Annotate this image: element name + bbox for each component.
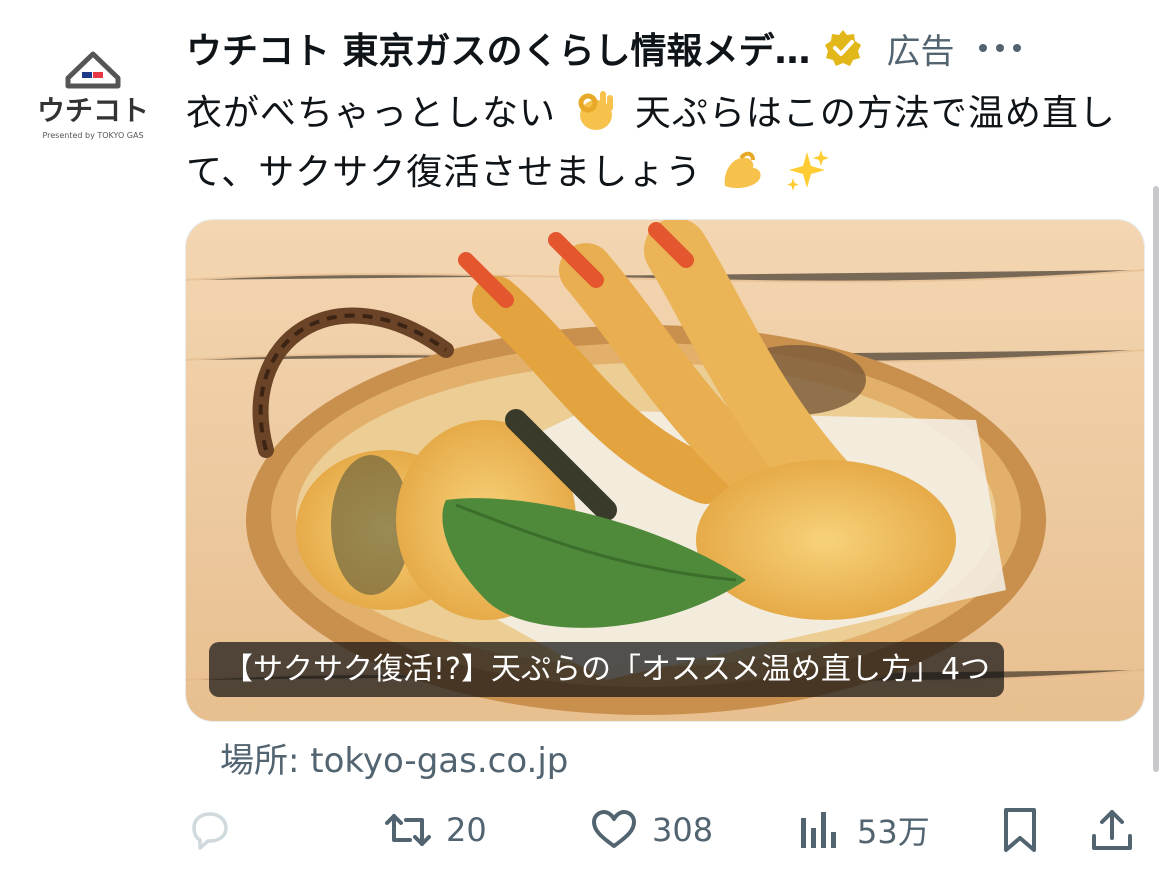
author-avatar[interactable]: ウチコト Presented by TOKYO GAS xyxy=(28,30,158,148)
retweet-icon xyxy=(385,814,431,846)
retweet-count: 20 xyxy=(446,811,487,849)
reply-icon xyxy=(192,812,228,850)
post-text: 衣がべちゃっとしない 天ぷらはこの方法で温め直して、サクサク復活させましょう xyxy=(186,84,1151,202)
analytics-icon xyxy=(801,812,836,848)
more-options-icon[interactable] xyxy=(977,41,1023,55)
author-name[interactable]: ウチコト 東京ガスのくらし情報メデ… xyxy=(186,22,811,74)
post-header: ウチコト 東京ガスのくらし情報メデ… 広告 xyxy=(186,18,1146,78)
uchikoto-logo: ウチコト Presented by TOKYO GAS xyxy=(37,51,149,140)
verified-badge-icon[interactable] xyxy=(823,28,863,68)
ok-hand-emoji-icon xyxy=(578,91,614,130)
ad-label: 広告 xyxy=(886,31,955,72)
source-link[interactable]: 場所: tokyo-gas.co.jp xyxy=(220,733,568,782)
post-text-part-1: 衣がべちゃっとしない xyxy=(186,93,557,134)
like-count: 308 xyxy=(652,811,714,849)
heart-icon xyxy=(592,810,636,848)
sparkles-emoji-icon xyxy=(787,150,830,191)
retweet-button[interactable]: 20 xyxy=(384,790,487,870)
media-caption: 【サクサク復活!?】天ぷらの「オススメ温め直し方」4つ xyxy=(209,642,1005,697)
bookmark-button[interactable] xyxy=(996,790,1044,870)
views-button[interactable]: 53万 xyxy=(795,790,930,870)
like-button[interactable]: 308 xyxy=(590,790,713,870)
media-image[interactable]: 【サクサク復活!?】天ぷらの「オススメ温め直し方」4つ xyxy=(185,219,1145,722)
logo-brand-text: ウチコト xyxy=(37,94,149,127)
share-button[interactable] xyxy=(1088,790,1136,870)
flexed-biceps-emoji-icon xyxy=(724,151,761,188)
scrollbar[interactable] xyxy=(1153,186,1159,772)
action-bar: 20 308 53万 xyxy=(0,790,1169,870)
views-count: 53万 xyxy=(857,813,930,851)
share-icon xyxy=(1092,810,1132,850)
logo-tagline-text: Presented by TOKYO GAS xyxy=(42,131,143,140)
bookmark-icon xyxy=(1004,808,1036,852)
reply-button[interactable] xyxy=(186,790,234,870)
